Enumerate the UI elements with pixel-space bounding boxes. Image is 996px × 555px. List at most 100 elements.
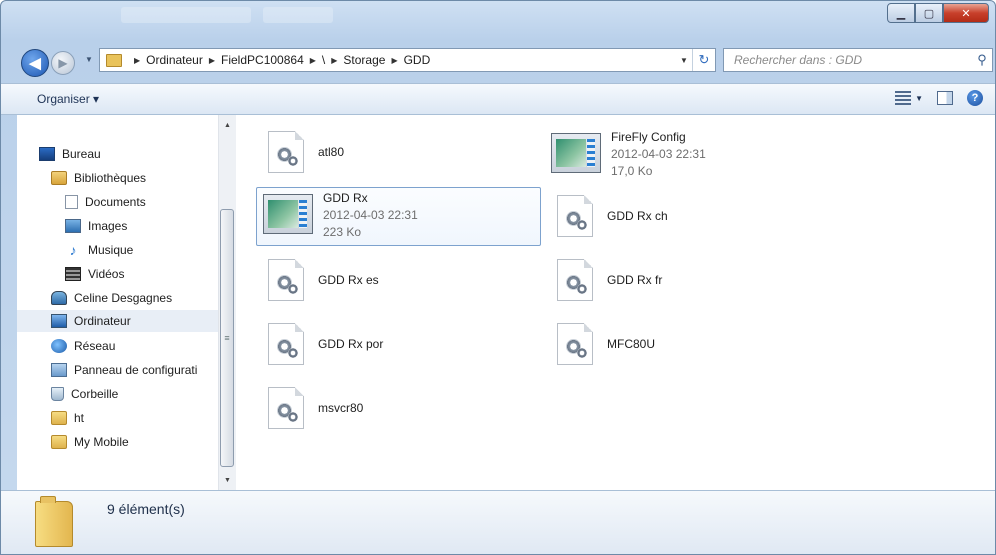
sidebar-item-ht[interactable]: ht: [51, 407, 84, 429]
search-icon[interactable]: ⚲: [972, 52, 992, 68]
file-size: 17,0 Ko: [611, 164, 653, 178]
computer-icon: [51, 314, 67, 328]
file-item[interactable]: FireFly Config 2012-04-03 22:31 17,0 Ko: [545, 127, 825, 183]
file-item[interactable]: GDD Rx fr: [545, 257, 805, 309]
breadcrumb-item[interactable]: FieldPC100864: [221, 53, 304, 67]
help-icon[interactable]: ?: [967, 90, 983, 106]
file-item[interactable]: GDD Rx es: [256, 257, 516, 309]
folder-icon: [51, 435, 67, 449]
file-name: atl80: [318, 145, 345, 159]
sidebar-item-musique[interactable]: ♪ Musique: [65, 239, 134, 261]
sidebar-item-label: Images: [88, 219, 128, 233]
dll-gear-icon: [268, 387, 304, 429]
folder-icon: [35, 496, 73, 547]
sidebar-item-corbeille[interactable]: Corbeille: [51, 383, 118, 405]
command-bar: Organiser ▾ ▼ ?: [1, 83, 995, 115]
details-pane: 9 élément(s): [1, 490, 995, 554]
sidebar-item-label: Vidéos: [88, 267, 125, 281]
dll-gear-icon: [557, 323, 593, 365]
preview-pane-icon[interactable]: [937, 91, 953, 105]
chevron-right-icon[interactable]: ▶: [134, 56, 140, 65]
sidebar-item-videos[interactable]: Vidéos: [65, 263, 124, 285]
breadcrumb-item[interactable]: Ordinateur: [146, 53, 203, 67]
sidebar-item-label: Celine Desgagnes: [74, 291, 173, 305]
images-icon: [65, 219, 81, 233]
documents-icon: [65, 195, 78, 209]
close-button[interactable]: ✕: [943, 3, 989, 23]
sidebar-item-label: ht: [74, 411, 85, 425]
breadcrumb-item[interactable]: GDD: [404, 53, 431, 67]
dll-gear-icon: [268, 323, 304, 365]
file-name: FireFly Config: [611, 130, 686, 144]
sidebar-item-celine-desgagnes[interactable]: Celine Desgagnes: [51, 287, 172, 309]
breadcrumb-item[interactable]: \: [322, 53, 325, 67]
sidebar-item-label: Ordinateur: [74, 314, 131, 328]
address-dropdown-icon[interactable]: ▼: [676, 56, 692, 65]
recycle-bin-icon: [51, 387, 64, 401]
file-item[interactable]: GDD Rx por: [256, 321, 516, 373]
recent-pages-dropdown[interactable]: ▼: [85, 55, 93, 64]
chevron-right-icon[interactable]: ▶: [331, 56, 337, 65]
sidebar-item-label: Réseau: [74, 339, 116, 353]
sidebar-item-ordinateur[interactable]: Ordinateur: [17, 310, 218, 332]
file-item-selected[interactable]: GDD Rx 2012-04-03 22:31 223 Ko: [256, 187, 541, 246]
refresh-icon[interactable]: ↻: [692, 49, 715, 71]
sidebar-item-bibliotheques[interactable]: Bibliothèques: [51, 167, 146, 189]
navigation-pane-scrollbar[interactable]: ▲ ≡ ▼: [218, 115, 236, 490]
organise-menu[interactable]: Organiser ▾: [37, 92, 99, 106]
minimize-button[interactable]: ▁: [887, 3, 915, 23]
sidebar-item-panneau-de-configuration[interactable]: Panneau de configurati: [51, 359, 197, 381]
title-bar-blur: [263, 7, 333, 23]
file-name: GDD Rx ch: [607, 209, 668, 223]
sidebar-item-label: Musique: [88, 243, 134, 257]
library-icon: [51, 171, 67, 185]
sidebar-item-images[interactable]: Images: [65, 215, 127, 237]
videos-icon: [65, 267, 81, 281]
file-name: GDD Rx es: [318, 273, 379, 287]
maximize-button[interactable]: ▢: [915, 3, 943, 23]
music-icon: ♪: [69, 242, 77, 258]
file-date: 2012-04-03 22:31: [611, 147, 706, 161]
address-bar[interactable]: ▶ Ordinateur ▶ FieldPC100864 ▶ \ ▶ Stora…: [99, 48, 716, 72]
scrollbar-thumb[interactable]: ≡: [220, 209, 234, 467]
chevron-right-icon[interactable]: ▶: [209, 56, 215, 65]
navigation-pane: Bureau Bibliothèques Documents Images ♪ …: [17, 115, 218, 490]
dll-gear-icon: [557, 259, 593, 301]
title-bar-blur: [121, 7, 251, 23]
desktop-icon: [39, 147, 55, 161]
sidebar-item-bureau[interactable]: Bureau: [39, 143, 101, 165]
scroll-up-icon[interactable]: ▲: [219, 117, 236, 134]
forward-arrow-icon[interactable]: ▶: [51, 51, 75, 75]
breadcrumb-item[interactable]: Storage: [343, 53, 385, 67]
back-arrow-icon[interactable]: ◀: [21, 49, 49, 77]
dll-gear-icon: [557, 195, 593, 237]
chevron-right-icon[interactable]: ▶: [310, 56, 316, 65]
sidebar-item-label: Panneau de configurati: [74, 363, 198, 377]
user-folder-icon: [51, 291, 67, 305]
file-item[interactable]: atl80: [256, 129, 516, 181]
file-name: GDD Rx por: [318, 337, 384, 351]
sidebar-item-label: Corbeille: [71, 387, 119, 401]
sidebar-item-label: My Mobile: [74, 435, 129, 449]
navigation-bar: ◀ ▶ ▼ ▶ Ordinateur ▶ FieldPC100864 ▶ \ ▶…: [1, 45, 995, 77]
view-options-dropdown-icon[interactable]: ▼: [915, 94, 923, 103]
file-item[interactable]: GDD Rx ch: [545, 193, 805, 245]
change-view-icon[interactable]: [895, 91, 912, 105]
file-name: GDD Rx: [323, 191, 368, 205]
file-item[interactable]: msvcr80: [256, 385, 516, 437]
title-bar[interactable]: ▁ ▢ ✕: [1, 1, 995, 41]
folder-icon: [106, 53, 122, 67]
application-icon: [263, 194, 313, 234]
chevron-right-icon[interactable]: ▶: [391, 56, 397, 65]
network-icon: [51, 339, 67, 353]
search-input[interactable]: Rechercher dans : GDD ⚲: [723, 48, 993, 72]
sidebar-item-my-mobile[interactable]: My Mobile: [51, 431, 129, 453]
item-count: 9 élément(s): [107, 501, 185, 517]
file-item[interactable]: MFC80U: [545, 321, 805, 373]
sidebar-item-reseau[interactable]: Réseau: [51, 335, 115, 357]
sidebar-item-label: Documents: [85, 195, 146, 209]
application-icon: [551, 133, 601, 173]
sidebar-item-documents[interactable]: Documents: [65, 191, 146, 213]
window-controls: ▁ ▢ ✕: [887, 3, 989, 23]
scroll-down-icon[interactable]: ▼: [219, 472, 236, 489]
